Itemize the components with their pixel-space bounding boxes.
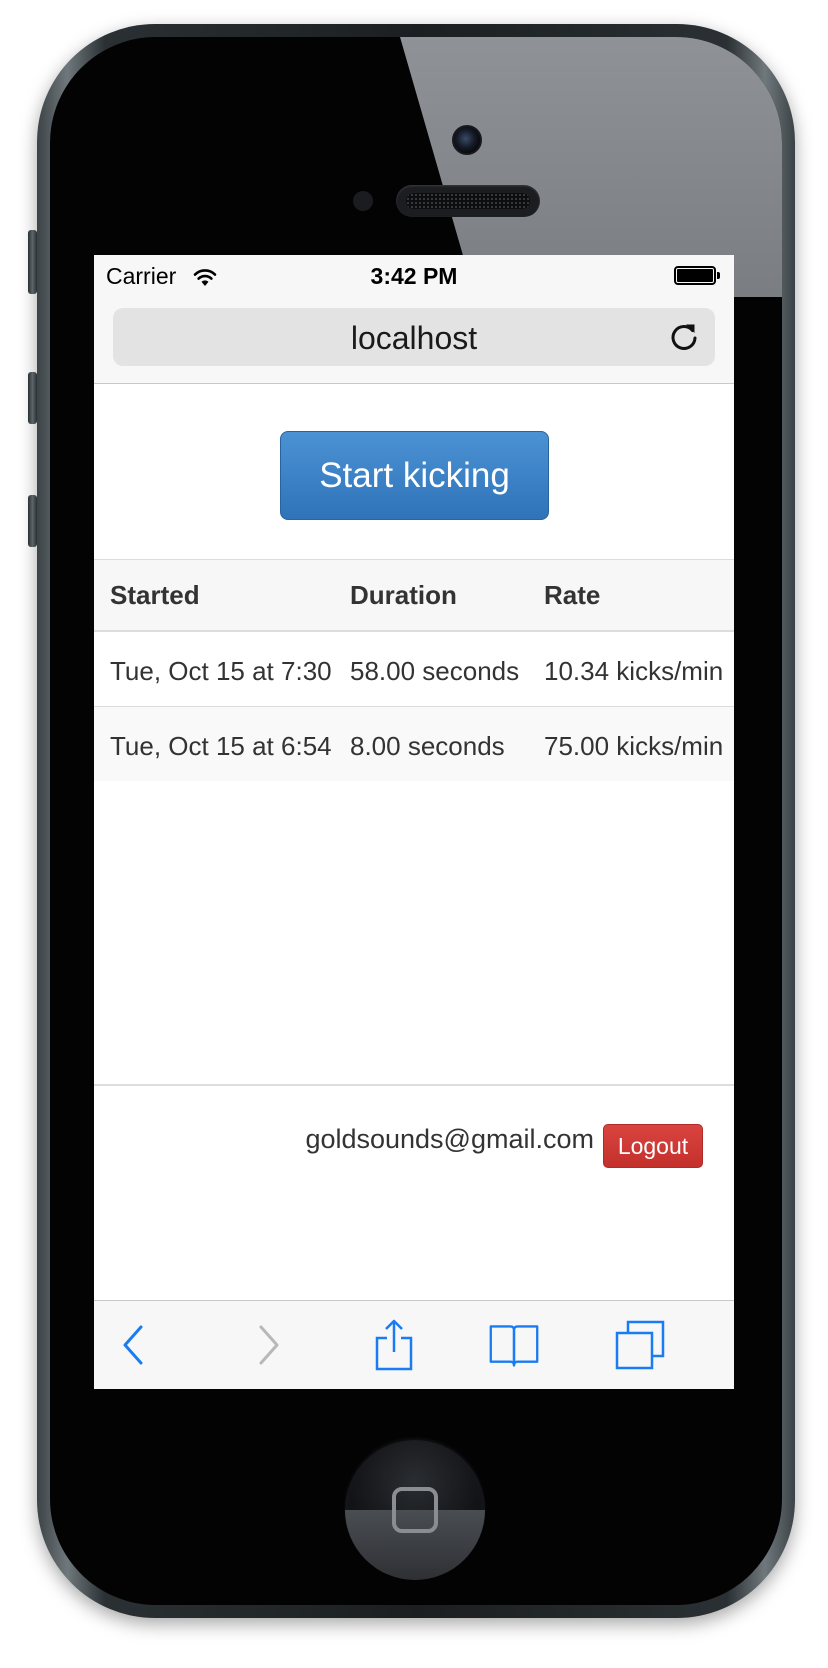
status-bar: Carrier 3:42 PM [94, 255, 734, 295]
url-text: localhost [350, 320, 478, 356]
logout-button[interactable]: Logout [603, 1124, 703, 1168]
tabs-icon[interactable] [614, 1319, 666, 1371]
cell-started: Tue, Oct 15 at 6:54 [94, 706, 334, 781]
start-kicking-button[interactable]: Start kicking [280, 431, 549, 520]
volume-up-button [28, 372, 37, 424]
forward-icon[interactable] [242, 1319, 294, 1371]
bookmarks-icon[interactable] [488, 1319, 540, 1371]
cell-duration: 58.00 seconds [334, 631, 528, 707]
share-icon[interactable] [368, 1319, 420, 1371]
volume-down-button [28, 495, 37, 547]
reload-icon[interactable] [667, 320, 701, 354]
table-row: Tue, Oct 15 at 7:30 58.00 seconds 10.34 … [94, 631, 734, 707]
earpiece-speaker [396, 185, 540, 217]
cell-rate: 10.34 kicks/min [528, 631, 734, 707]
cell-duration: 8.00 seconds [334, 706, 528, 781]
address-bar: localhost [94, 295, 734, 384]
kicks-table: Started Duration Rate Tue, Oct 15 at 7:3… [94, 559, 734, 781]
table-header-row: Started Duration Rate [94, 559, 734, 632]
front-camera [452, 125, 482, 155]
header-duration: Duration [334, 559, 528, 632]
home-square-icon [392, 1487, 438, 1533]
cell-started: Tue, Oct 15 at 7:30 [94, 631, 334, 707]
mute-switch [28, 230, 37, 294]
user-email: goldsounds@gmail.com [305, 1124, 594, 1154]
cell-rate: 75.00 kicks/min [528, 706, 734, 781]
table-row: Tue, Oct 15 at 6:54 8.00 seconds 75.00 k… [94, 706, 734, 781]
header-rate: Rate [528, 559, 734, 632]
status-time: 3:42 PM [370, 263, 458, 289]
home-button[interactable] [345, 1440, 485, 1580]
back-icon[interactable] [108, 1319, 160, 1371]
proximity-sensor [353, 191, 373, 211]
browser-toolbar [94, 1300, 734, 1389]
phone-screen: Carrier 3:42 PM localhost Start kicking [94, 255, 734, 1389]
footer-divider [94, 1084, 734, 1086]
battery-icon [674, 266, 720, 285]
url-field[interactable]: localhost [113, 308, 715, 366]
header-started: Started [94, 559, 334, 632]
